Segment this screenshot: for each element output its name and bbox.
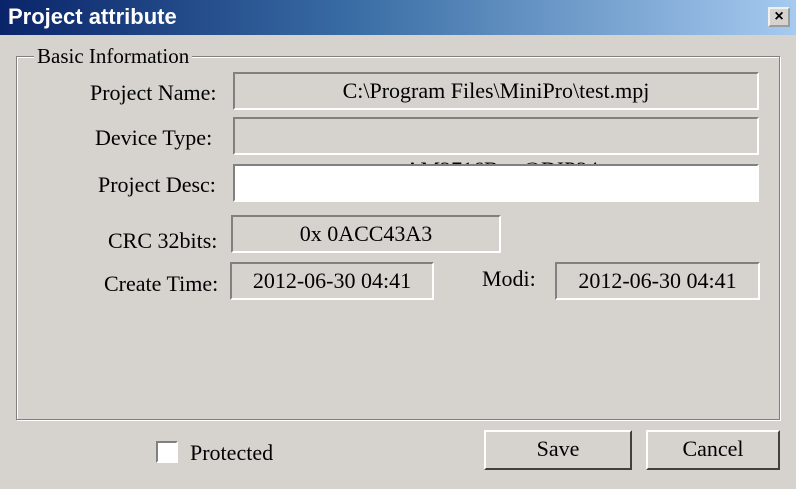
crc-label: CRC 32bits:	[108, 228, 218, 253]
create-time-label: Create Time:	[104, 271, 219, 296]
create-time-value: 2012-06-30 04:41	[252, 268, 412, 293]
project-name-label: Project Name:	[90, 80, 217, 105]
project-name-value: C:\Program Files\MiniPro\test.mpj	[342, 78, 650, 103]
crc-field: 0x 0ACC43A3	[231, 215, 501, 253]
title-bar: Project attribute ×	[0, 0, 796, 35]
group-legend: Basic Information	[34, 44, 193, 69]
project-desc-value	[235, 170, 251, 195]
close-button[interactable]: ×	[768, 7, 790, 27]
close-icon: ×	[774, 8, 784, 25]
modi-label: Modi:	[482, 266, 536, 291]
cancel-button[interactable]: Cancel	[646, 430, 780, 470]
create-time-field: 2012-06-30 04:41	[230, 262, 434, 300]
device-type-label: Device Type:	[95, 125, 213, 150]
project-name-field: C:\Program Files\MiniPro\test.mpj	[233, 72, 759, 110]
modi-field: 2012-06-30 04:41	[555, 262, 760, 300]
device-type-field: AM2716B @DIP24	[233, 117, 759, 182]
protected-label[interactable]: Protected	[190, 440, 273, 466]
modi-value: 2012-06-30 04:41	[578, 268, 737, 293]
crc-value: 0x 0ACC43A3	[299, 221, 433, 246]
protected-checkbox[interactable]	[156, 441, 178, 463]
window-title: Project attribute	[8, 4, 177, 29]
save-button[interactable]: Save	[484, 430, 632, 470]
project-desc-input[interactable]	[233, 164, 759, 202]
project-desc-label: Project Desc:	[98, 172, 216, 197]
